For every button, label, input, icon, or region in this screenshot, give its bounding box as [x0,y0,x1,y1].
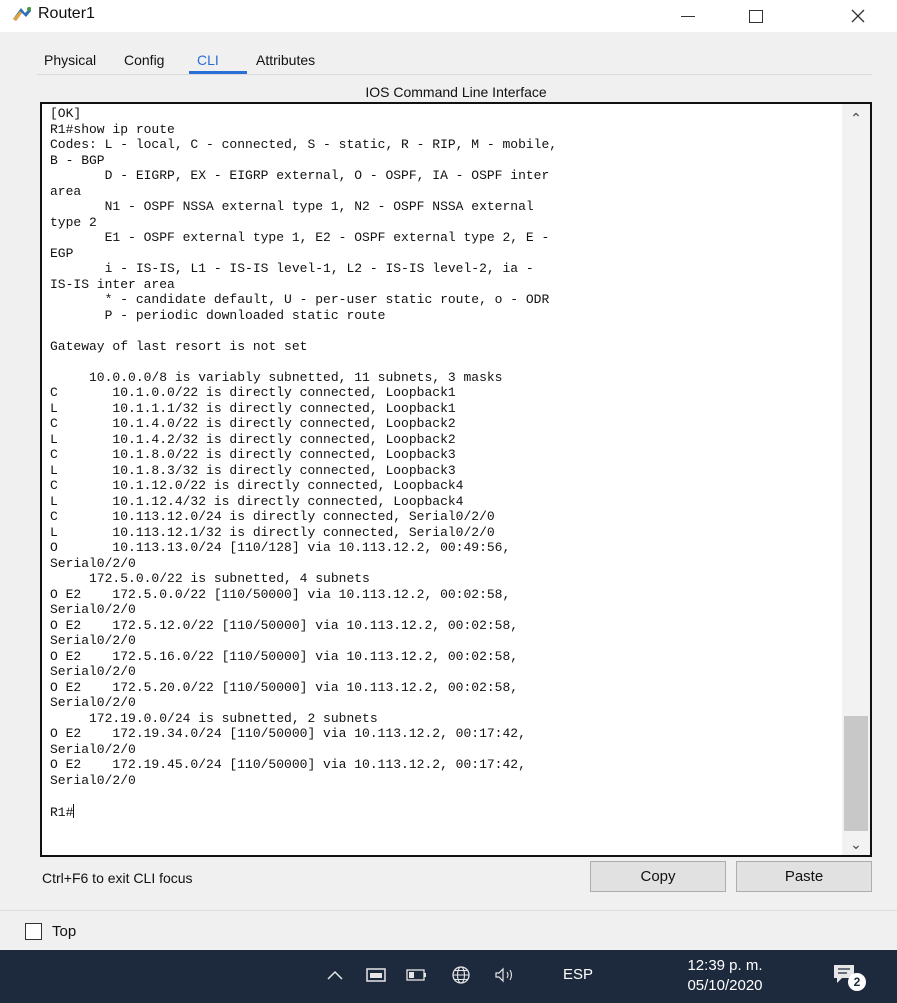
tab-physical[interactable]: Physical [37,46,117,74]
scroll-up-icon[interactable]: ⌃ [842,104,870,132]
cli-terminal[interactable]: [OK] R1#show ip route Codes: L - local, C … [40,102,872,857]
notifications-button[interactable]: 2 [832,963,866,991]
tab-bar: Physical Config CLI Attributes [37,46,340,74]
notification-count-badge: 2 [848,973,866,991]
language-indicator[interactable]: ESP [563,966,593,983]
cli-line: [OK] [50,106,82,121]
router-icon [13,7,31,21]
tab-cli[interactable]: CLI [189,46,247,74]
cli-line [50,788,840,804]
scroll-thumb[interactable] [844,716,868,831]
clock-date: 05/10/2020 [687,977,763,994]
cli-line [50,354,840,370]
cli-line: type 2 [50,214,97,230]
cli-line: Serial0/2/0 [50,741,136,757]
top-checkbox[interactable] [25,923,42,940]
cli-line: O E2 172.5.12.0/22 [110/50000] via 10.11… [50,617,519,633]
cli-line: B - BGP [50,152,105,168]
window-title: Router1 [38,5,95,22]
cli-line: C 10.1.0.0/22 is directly connected, Loo… [50,385,456,400]
top-checkbox-area: Top [0,910,897,950]
cli-line: i - IS-IS, L1 - IS-IS level-1, L2 - IS-I… [50,261,534,276]
cli-heading: IOS Command Line Interface [365,84,547,100]
window-body: Physical Config CLI Attributes IOS Comma… [0,32,897,950]
network-icon[interactable] [449,964,473,986]
paste-button[interactable]: Paste [736,861,872,892]
top-checkbox-label: Top [52,923,77,940]
cli-output[interactable]: [OK] R1#show ip route Codes: L - local, C … [50,106,840,853]
cli-line: O E2 172.19.45.0/24 [110/50000] via 10.1… [50,757,526,772]
display-icon[interactable] [364,964,388,986]
tab-attributes[interactable]: Attributes [248,46,339,74]
cli-line: D - EIGRP, EX - EIGRP external, O - OSPF… [50,168,550,183]
cli-line: Serial0/2/0 [50,633,136,648]
cli-line: C 10.1.8.0/22 is directly connected, Loo… [50,447,456,462]
cli-scrollbar[interactable]: ⌃ ⌄ [842,104,870,855]
cli-line: Serial0/2/0 [50,602,136,617]
cli-line: 172.5.0.0/22 is subnetted, 4 subnets [50,571,370,586]
minimize-icon [681,15,695,17]
close-button[interactable] [835,2,881,30]
tab-divider [37,74,872,75]
cli-line: Serial0/2/0 [50,695,136,710]
taskbar: ESP 12:39 p. m. 05/10/2020 2 [0,950,897,1003]
cli-line: L 10.1.12.4/32 is directly connected, Lo… [50,493,464,509]
cli-line: N1 - OSPF NSSA external type 1, N2 - OSP… [50,199,534,214]
scroll-down-icon[interactable]: ⌄ [842,833,870,855]
cli-line: Gateway of last resort is not set [50,338,308,354]
volume-icon[interactable] [492,964,522,986]
cli-line: 10.0.0.0/8 is variably subnetted, 11 sub… [50,369,503,385]
cli-line: * - candidate default, U - per-user stat… [50,292,550,307]
cli-cursor [73,803,75,818]
cli-line: C 10.113.12.0/24 is directly connected, … [50,509,495,524]
cli-line: L 10.1.1.1/32 is directly connected, Loo… [50,400,456,416]
cli-line [50,323,840,339]
minimize-button[interactable] [665,2,711,30]
cli-line: O E2 172.5.0.0/22 [110/50000] via 10.113… [50,586,511,602]
cli-line: C 10.1.12.0/22 is directly connected, Lo… [50,478,464,493]
cli-line: O 10.113.13.0/24 [110/128] via 10.113.12… [50,540,511,555]
cli-line: Serial0/2/0 [50,772,136,788]
cli-line: L 10.1.8.3/32 is directly connected, Loo… [50,462,456,478]
cli-line: area [50,183,82,199]
cli-line: R1# [50,803,75,820]
cli-line: L 10.113.12.1/32 is directly connected, … [50,524,495,540]
cli-line: EGP [50,245,74,261]
title-bar: Router1 [0,0,897,32]
cli-line: 172.19.0.0/24 is subnetted, 2 subnets [50,710,378,726]
cli-line: Codes: L - local, C - connected, S - sta… [50,137,558,152]
cli-line: E1 - OSPF external type 1, E2 - OSPF ext… [50,230,550,245]
cli-line: R1#show ip route [50,121,175,137]
cli-line: Serial0/2/0 [50,664,136,679]
cli-line: C 10.1.4.0/22 is directly connected, Loo… [50,416,456,431]
battery-icon[interactable] [404,964,430,986]
clock[interactable]: 12:39 p. m. 05/10/2020 [680,956,770,996]
close-icon [851,9,865,23]
clock-time: 12:39 p. m. [687,957,763,974]
cli-line: IS-IS inter area [50,276,175,292]
exit-cli-hint: Ctrl+F6 to exit CLI focus [42,870,193,886]
cli-line: P - periodic downloaded static route [50,307,386,323]
chevron-up-icon[interactable] [323,964,347,986]
copy-button[interactable]: Copy [590,861,726,892]
cli-line: O E2 172.5.20.0/22 [110/50000] via 10.11… [50,679,519,695]
cli-line: O E2 172.5.16.0/22 [110/50000] via 10.11… [50,648,519,664]
tab-config[interactable]: Config [118,46,188,74]
cli-line: L 10.1.4.2/32 is directly connected, Loo… [50,431,456,447]
cli-line: Serial0/2/0 [50,555,136,571]
maximize-icon [749,9,763,23]
cli-line: O E2 172.19.34.0/24 [110/50000] via 10.1… [50,726,526,741]
maximize-button[interactable] [733,2,779,30]
